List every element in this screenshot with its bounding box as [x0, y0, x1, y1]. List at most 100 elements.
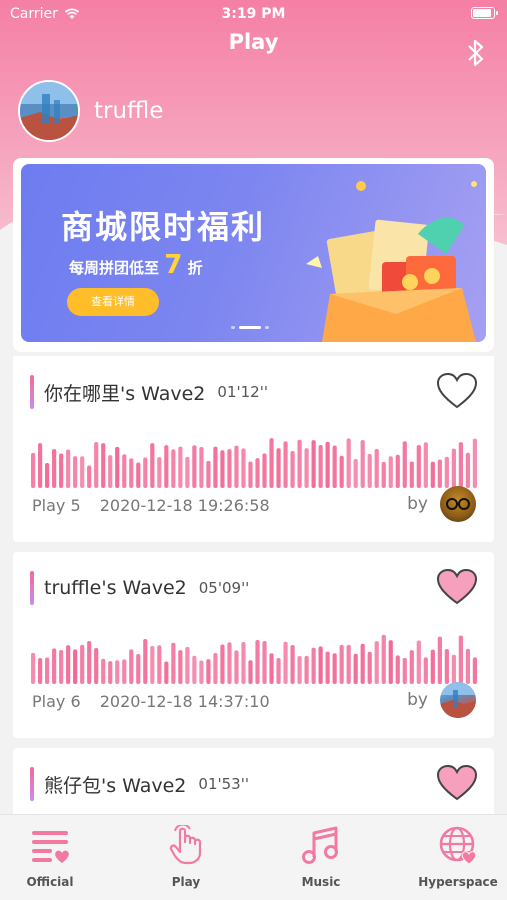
waveform-bar [458, 442, 463, 488]
heart-outline-icon[interactable] [436, 372, 478, 410]
user-profile[interactable]: truffle [18, 80, 163, 142]
waveform-bar [332, 653, 337, 684]
gift-box-illustration [306, 181, 477, 342]
wave-duration: 05'09'' [198, 579, 250, 597]
waveform-bar [276, 448, 281, 488]
bluetooth-icon[interactable] [463, 38, 489, 68]
waveform-bar [325, 441, 330, 488]
waveform-bar [164, 661, 169, 684]
waveform-bar [150, 645, 155, 684]
waveform-bar [409, 461, 414, 488]
wave-duration: 01'12'' [217, 383, 268, 401]
waveform-bar [472, 438, 477, 488]
waveform-bar [94, 442, 99, 488]
waveform-bar [353, 459, 358, 488]
waveform [31, 634, 477, 684]
waveform-bar [262, 641, 267, 684]
tab-official[interactable]: Official [0, 825, 105, 889]
waveform-bar [465, 648, 470, 684]
waveform-bar [402, 441, 407, 488]
waveform-bar [115, 446, 120, 488]
waveform-bar [241, 448, 246, 488]
play-count: Play 5 [32, 496, 81, 515]
waveform-bar [171, 642, 176, 684]
waveform-bar [157, 645, 162, 684]
status-time: 3:19 PM [221, 6, 286, 22]
waveform-bar [108, 455, 113, 488]
waveform-bar [73, 649, 78, 684]
waveform-bar [423, 657, 428, 684]
waveform-bar [269, 438, 274, 488]
heart-filled-icon[interactable] [436, 568, 478, 606]
waveform-bar [318, 444, 323, 488]
banner-details-button[interactable]: 查看详情 [67, 288, 159, 316]
waveform-bar [129, 458, 134, 488]
waveform-bar [388, 456, 393, 488]
avatar[interactable] [18, 80, 80, 142]
waveform-bar [227, 449, 232, 488]
waveform-bar [318, 646, 323, 684]
waveform-bar [80, 644, 85, 684]
banner-container: 商城限时福利 每周拼团低至 7 折 查看详情 [13, 158, 494, 352]
wave-title: truffle's Wave2 [44, 577, 187, 599]
waveform-bar [255, 458, 260, 488]
waveform-bar [402, 657, 407, 684]
banner-subtitle-suffix: 折 [187, 259, 203, 277]
globe-heart-icon [439, 826, 477, 865]
banner-subtitle: 每周拼团低至 7 折 [69, 250, 203, 280]
waveform-bar [283, 441, 288, 488]
waveform-bar [409, 650, 414, 684]
waveform-bar [66, 645, 71, 684]
waveform-bar [143, 639, 148, 684]
waveform-bar [423, 442, 428, 488]
author-avatar[interactable] [440, 486, 476, 522]
waveform-bar [381, 461, 386, 488]
list-heart-icon [32, 831, 69, 863]
waveform-bar [311, 647, 316, 684]
waveform-bar [122, 659, 127, 684]
wave-date: 2020-12-18 19:26:58 [99, 496, 270, 515]
author-avatar[interactable] [440, 682, 476, 718]
waveform-bar [45, 462, 50, 488]
waveform-bar [101, 658, 106, 684]
waveform-bar [87, 465, 92, 488]
waveform-bar [360, 643, 365, 684]
waveform-bar [38, 657, 43, 684]
tab-hyperspace[interactable]: Hyperspace [403, 825, 507, 889]
waveform-bar [395, 655, 400, 684]
waveform-bar [248, 461, 253, 488]
tab-label: Official [26, 875, 74, 889]
waveform-bar [304, 448, 309, 488]
waveform-bar [416, 445, 421, 488]
waveform-bar [192, 445, 197, 488]
page-title: Play [228, 30, 279, 54]
waveform-bar [451, 448, 456, 488]
waveform-bar [52, 648, 57, 684]
wave-meta: Play 6 2020-12-18 14:37:10 [32, 692, 270, 711]
wave-date: 2020-12-18 14:37:10 [99, 692, 270, 711]
waveform-bar [185, 646, 190, 684]
waveform-bar [444, 456, 449, 488]
waveform-bar [108, 661, 113, 684]
waveform-bar [171, 449, 176, 488]
wave-card[interactable]: 熊仔包's Wave2 01'53'' [13, 748, 494, 818]
waveform-bar [248, 660, 253, 684]
waveform-bar [472, 657, 477, 684]
waveform-bar [437, 459, 442, 488]
tab-bar: Official Play Music Hyperspace [0, 814, 507, 900]
waveform-bar [66, 449, 71, 488]
hand-tap-icon [169, 823, 202, 865]
waveform-bar [276, 657, 281, 684]
wave-duration: 01'53'' [198, 775, 249, 793]
tab-play[interactable]: Play [131, 823, 241, 889]
promo-banner[interactable]: 商城限时福利 每周拼团低至 7 折 查看详情 [21, 164, 486, 342]
waveform-bar [346, 438, 351, 488]
wave-card[interactable]: truffle's Wave2 05'09'' Play 6 2020-12-1… [13, 552, 494, 738]
waveform-bar [339, 644, 344, 684]
wave-card[interactable]: 你在哪里's Wave2 01'12'' Play 5 2020-12-18 1… [13, 356, 494, 542]
waveform-bar [360, 440, 365, 488]
tab-music[interactable]: Music [266, 825, 376, 889]
waveform-bar [227, 642, 232, 684]
heart-filled-icon[interactable] [436, 764, 478, 802]
waveform-bar [206, 460, 211, 488]
